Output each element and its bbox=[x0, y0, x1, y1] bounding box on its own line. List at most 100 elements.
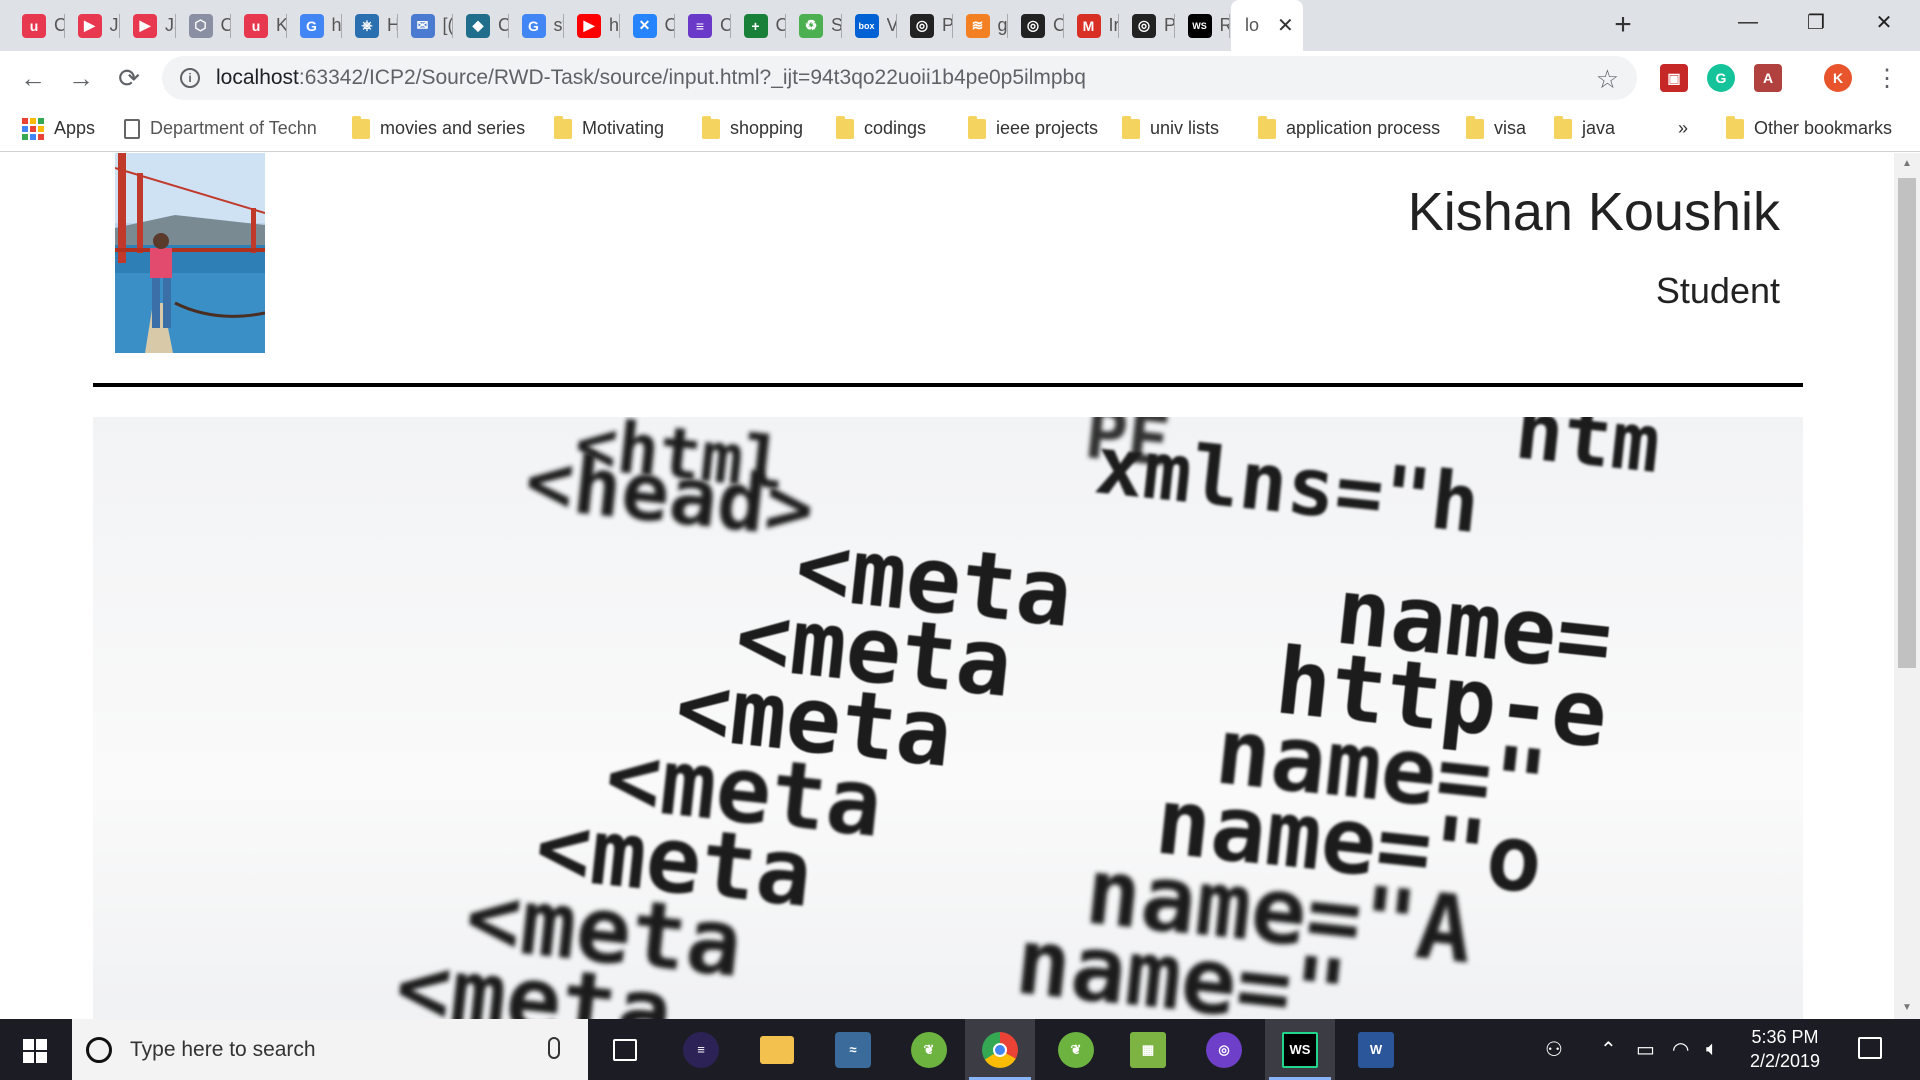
task-view-button[interactable] bbox=[590, 1019, 660, 1080]
tab-title: [( bbox=[442, 15, 453, 35]
tab-title: Ja bbox=[109, 15, 120, 35]
bookmark-item[interactable]: movies and series bbox=[352, 105, 525, 152]
browser-tab[interactable]: box V bbox=[841, 0, 896, 51]
start-button[interactable] bbox=[23, 1039, 47, 1063]
action-center-icon[interactable] bbox=[1858, 1037, 1882, 1059]
url-path: :63342/ICP2/Source/RWD-Task/source/input… bbox=[298, 66, 1086, 89]
browser-tab[interactable]: ✕ C bbox=[619, 0, 675, 51]
battery-icon[interactable]: ▭ bbox=[1636, 1019, 1655, 1080]
bookmark-item[interactable]: univ lists bbox=[1122, 105, 1219, 152]
profile-role: Student bbox=[1655, 270, 1780, 311]
folder-icon bbox=[352, 115, 370, 139]
mysql-taskbar-icon[interactable]: ≈ bbox=[818, 1019, 888, 1080]
image-app-taskbar-icon[interactable]: ▦ bbox=[1113, 1019, 1183, 1080]
grammarly-extension-icon[interactable]: G bbox=[1707, 64, 1735, 92]
bookmarks-overflow-button[interactable]: » bbox=[1678, 105, 1688, 152]
browser-tab[interactable]: ⎈ H bbox=[341, 0, 397, 51]
tab-title: h bbox=[609, 15, 619, 35]
bookmark-item[interactable]: shopping bbox=[702, 105, 803, 152]
browser-tab[interactable]: ▶ Ja bbox=[64, 0, 120, 51]
word-taskbar-icon[interactable]: W bbox=[1341, 1019, 1411, 1080]
browser-tab[interactable]: uK bbox=[230, 0, 286, 51]
bookmark-label: java bbox=[1582, 118, 1616, 138]
browser-tab[interactable]: ▶ Ja bbox=[119, 0, 175, 51]
tab-title: C bbox=[664, 15, 675, 35]
browser-tab[interactable]: + C bbox=[730, 0, 786, 51]
spring-taskbar-icon[interactable]: ❦ bbox=[894, 1019, 964, 1080]
profile-avatar[interactable]: K bbox=[1824, 64, 1852, 92]
taskbar-search[interactable]: Type here to search bbox=[72, 1019, 588, 1080]
browser-tab[interactable]: ✉ [( bbox=[397, 0, 453, 51]
chrome-taskbar-icon[interactable] bbox=[965, 1019, 1035, 1080]
browser-tab[interactable]: ≋ g bbox=[952, 0, 1007, 51]
folder-icon bbox=[1122, 115, 1140, 139]
browser-tab[interactable]: ◆ C bbox=[452, 0, 508, 51]
tab-title: C bbox=[775, 15, 786, 35]
close-window-button[interactable]: ✕ bbox=[1850, 0, 1918, 44]
browser-tab[interactable]: ♻ S bbox=[785, 0, 841, 51]
chrome-menu-icon[interactable]: ⋮ bbox=[1868, 59, 1906, 97]
bookmark-label: visa bbox=[1494, 118, 1527, 138]
tab-favicon-icon: ▶ bbox=[133, 13, 157, 38]
back-button[interactable]: ← bbox=[14, 59, 52, 97]
folder-icon bbox=[1466, 115, 1484, 139]
scroll-up-arrow[interactable]: ▲ bbox=[1898, 156, 1916, 172]
bookmark-item[interactable]: application process bbox=[1258, 105, 1440, 152]
page-content: Kishan Koushik Student <html PE htm xmln… bbox=[0, 153, 1894, 1019]
file-explorer-taskbar-icon[interactable] bbox=[742, 1019, 812, 1080]
clock-date: 2/2/2019 bbox=[1749, 1051, 1821, 1071]
minimize-button[interactable]: — bbox=[1714, 0, 1782, 44]
tray-chevron-icon[interactable]: ⌃ bbox=[1600, 1019, 1617, 1080]
bookmark-item[interactable]: codings bbox=[836, 105, 926, 152]
taskbar-clock[interactable]: 5:36 PM 2/2/2019 bbox=[1730, 1025, 1840, 1073]
address-bar[interactable]: i localhost:63342/ICP2/Source/RWD-Task/s… bbox=[162, 56, 1637, 100]
bookmark-item[interactable]: Motivating bbox=[554, 105, 664, 152]
acrobat-extension-icon[interactable]: A bbox=[1754, 64, 1782, 92]
spring-taskbar-icon[interactable]: ❦ bbox=[1041, 1019, 1111, 1080]
info-icon[interactable]: i bbox=[180, 68, 200, 88]
forward-button[interactable]: → bbox=[62, 59, 100, 97]
people-icon[interactable]: ⚇ bbox=[1545, 1019, 1563, 1080]
scrollbar-thumb[interactable] bbox=[1898, 178, 1916, 668]
tab-favicon-icon: ◎ bbox=[1132, 13, 1156, 38]
folder-icon bbox=[1554, 115, 1572, 139]
tab-close-icon[interactable]: ✕ bbox=[1277, 13, 1294, 38]
restore-button[interactable]: ❐ bbox=[1782, 0, 1850, 44]
reload-button[interactable]: ⟳ bbox=[110, 59, 148, 97]
browser-tab[interactable]: uC bbox=[8, 0, 64, 51]
bookmark-item[interactable]: ieee projects bbox=[968, 105, 1098, 152]
browser-tab[interactable]: ⬡ C bbox=[175, 0, 230, 51]
bookmark-label: Motivating bbox=[582, 118, 665, 138]
profile-name: Kishan Koushik bbox=[1407, 182, 1780, 242]
tab-favicon-icon: u bbox=[244, 13, 268, 38]
microphone-icon[interactable] bbox=[548, 1037, 560, 1059]
webstorm-taskbar-icon[interactable]: WS bbox=[1265, 1019, 1335, 1080]
other-bookmarks[interactable]: Other bookmarks bbox=[1726, 105, 1892, 152]
browser-tab[interactable]: ◎ C bbox=[1007, 0, 1063, 51]
browser-tab[interactable]: ▶ h bbox=[563, 0, 619, 51]
github-desktop-taskbar-icon[interactable]: ◎ bbox=[1189, 1019, 1259, 1080]
browser-tab[interactable]: WS R bbox=[1174, 0, 1229, 51]
bookmark-apps[interactable]: Apps bbox=[22, 105, 95, 152]
bookmark-item[interactable]: Department of Techn bbox=[124, 105, 318, 152]
bookmark-item[interactable]: java bbox=[1554, 105, 1615, 152]
bookmark-star-icon[interactable]: ☆ bbox=[1596, 64, 1619, 95]
bookmark-item[interactable]: visa bbox=[1466, 105, 1526, 152]
browser-tab[interactable]: ◎ P bbox=[896, 0, 952, 51]
wifi-icon[interactable]: ◠ bbox=[1672, 1019, 1689, 1080]
bookmark-label: codings bbox=[864, 118, 927, 138]
active-tab[interactable]: lo ✕ bbox=[1231, 0, 1303, 51]
url-text[interactable]: localhost:63342/ICP2/Source/RWD-Task/sou… bbox=[216, 66, 1086, 90]
browser-tab[interactable]: M Ir bbox=[1063, 0, 1118, 51]
browser-tab[interactable]: Gst bbox=[508, 0, 563, 51]
tab-title: C bbox=[498, 15, 508, 35]
browser-tab[interactable]: ≡ C bbox=[674, 0, 730, 51]
new-tab-button[interactable]: + bbox=[1605, 7, 1641, 43]
folder-icon bbox=[702, 115, 720, 139]
eclipse-taskbar-icon[interactable]: ≡ bbox=[666, 1019, 736, 1080]
browser-tab[interactable]: Gh bbox=[286, 0, 341, 51]
volume-icon[interactable]: 🔈︎ bbox=[1706, 1019, 1718, 1080]
browser-tab[interactable]: ◎ P bbox=[1118, 0, 1174, 51]
pdf-extension-icon[interactable]: ▣ bbox=[1660, 64, 1688, 92]
scroll-down-arrow[interactable]: ▼ bbox=[1898, 1000, 1916, 1016]
